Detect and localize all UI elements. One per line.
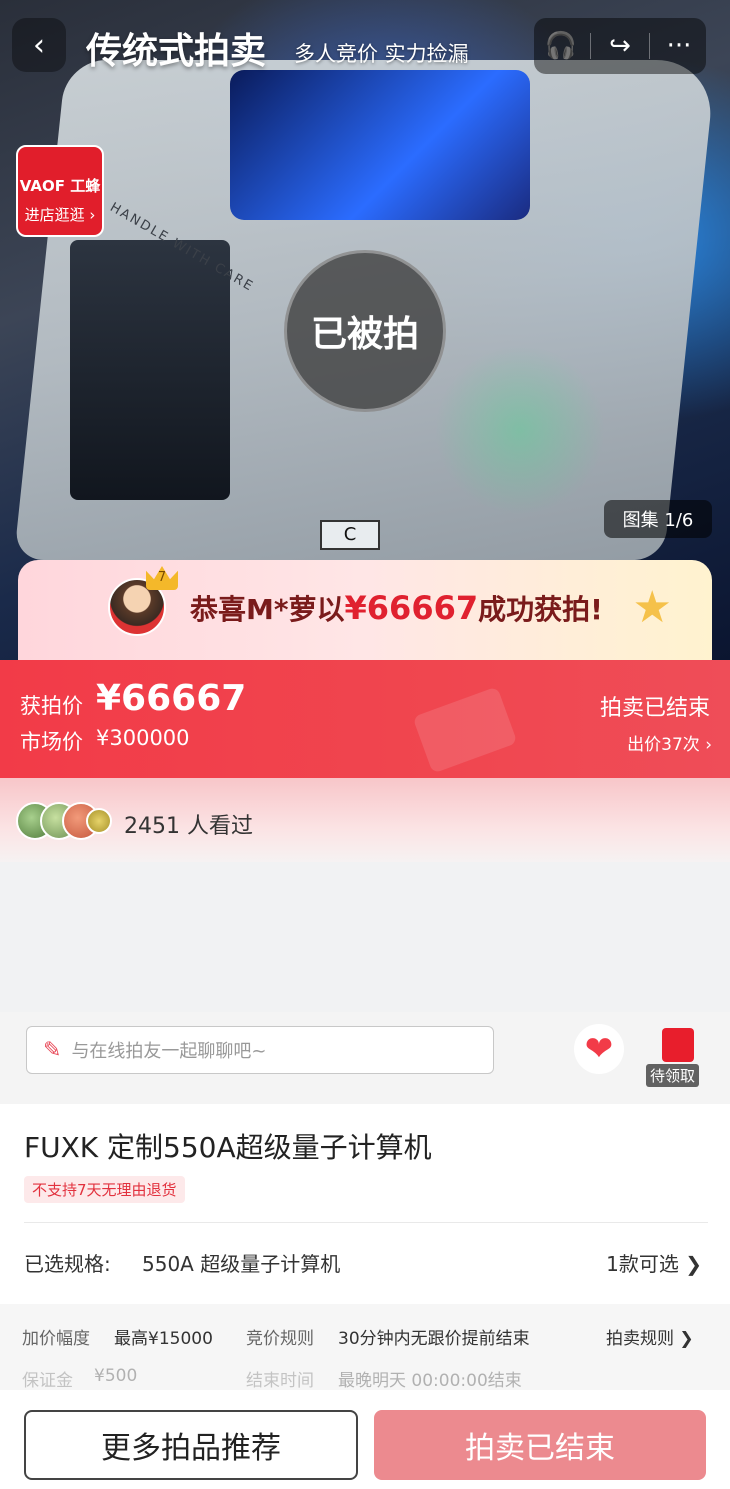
gift-button[interactable]: 待领取 xyxy=(646,1024,706,1087)
spec-options-link[interactable]: 1款可选 ❯ xyxy=(606,1248,702,1277)
like-button[interactable]: ❤ xyxy=(574,1024,624,1074)
market-price-label: 市场价 xyxy=(20,730,83,754)
winning-price: ¥66667 xyxy=(96,678,247,719)
support-icon[interactable]: 🎧 xyxy=(536,26,586,66)
product-title: FUXK 定制550A超级量子计算机 xyxy=(24,1131,432,1164)
case-panel-graphic xyxy=(70,240,230,500)
spec-value[interactable]: 550A 超级量子计算机 xyxy=(142,1248,340,1277)
crown-icon: 7 xyxy=(146,566,178,590)
auction-rules-link[interactable]: 拍卖规则 ❯ xyxy=(606,1324,694,1349)
chat-input[interactable]: ✎ 与在线拍友一起聊聊吧~ xyxy=(26,1026,494,1074)
deposit-label: 保证金 xyxy=(22,1371,73,1390)
star-icon: ★ xyxy=(632,582,672,633)
spec-label: 已选规格: xyxy=(24,1252,111,1276)
congrats-amount: ¥66667 xyxy=(344,589,479,627)
sold-label: 已被拍 xyxy=(310,314,419,355)
hammer-icon xyxy=(412,686,518,774)
deposit-value: ¥500 xyxy=(94,1366,138,1386)
sold-stamp: 已被拍 xyxy=(284,250,446,412)
increment-value: 最高¥15000 xyxy=(114,1329,213,1349)
page-subtitle: 多人竞价 实力捡漏 xyxy=(294,42,469,66)
more-items-button[interactable]: 更多拍品推荐 xyxy=(24,1410,358,1480)
live-chat-area xyxy=(0,862,730,1012)
viewers-count: 2451 人看过 xyxy=(124,814,253,839)
auction-rules: 加价幅度 最高¥15000 竞价规则 30分钟内无跟价提前结束 拍卖规则 ❯ 保… xyxy=(0,1304,730,1390)
header-actions: 🎧 ↪ ··· xyxy=(534,18,706,74)
gift-icon xyxy=(662,1028,694,1062)
increment-label: 加价幅度 xyxy=(22,1329,90,1349)
bottom-action-bar: 更多拍品推荐 拍卖已结束 xyxy=(0,1390,730,1489)
shop-link-label: 进店逛逛 › xyxy=(24,206,96,224)
product-image-carousel[interactable]: HANDLE WITH CARE C ‹ 传统式拍卖 多人竞价 实力捡漏 🎧 ↪… xyxy=(0,0,730,660)
price-section: 获拍价 ¥66667 市场价 ¥300000 拍卖已结束 出价37次 › xyxy=(0,660,730,778)
bid-rule-label: 竞价规则 xyxy=(246,1329,314,1349)
bid-count-link[interactable]: 出价37次 › xyxy=(627,730,712,755)
end-time-value: 最晚明天 00:00:00结束 xyxy=(338,1371,522,1390)
divider xyxy=(590,33,591,59)
market-price: ¥300000 xyxy=(96,726,190,750)
case-window-graphic xyxy=(230,70,530,220)
bid-rule-value: 30分钟内无跟价提前结束 xyxy=(338,1329,530,1349)
heart-icon: ❤ xyxy=(584,1029,614,1069)
shop-logo: VAOF 工蜂 xyxy=(19,177,101,195)
congrats-banner: 7 恭喜M*萝以¥66667成功获拍! ★ xyxy=(18,560,712,660)
chat-bar: ✎ 与在线拍友一起聊聊吧~ ❤ 待领取 xyxy=(0,1012,730,1104)
gallery-counter[interactable]: 图集 1/6 xyxy=(604,500,712,538)
share-icon[interactable]: ↪ xyxy=(595,26,645,66)
shop-entry-button[interactable]: VAOF 工蜂 进店逛逛 › xyxy=(16,145,104,237)
return-policy-tag: 不支持7天无理由退货 xyxy=(24,1176,185,1203)
more-icon[interactable]: ··· xyxy=(654,26,704,66)
viewer-avatar xyxy=(86,808,112,834)
viewers-row: 2451 人看过 xyxy=(0,778,730,862)
auction-ended-button[interactable]: 拍卖已结束 xyxy=(374,1410,706,1480)
auction-status: 拍卖已结束 xyxy=(599,696,710,721)
case-sticker: C xyxy=(320,520,380,550)
end-time-label: 结束时间 xyxy=(246,1371,314,1390)
gift-label: 待领取 xyxy=(646,1064,700,1087)
page-title: 传统式拍卖 xyxy=(86,31,267,72)
product-info: FUXK 定制550A超级量子计算机 不支持7天无理由退货 已选规格: 550A… xyxy=(0,1104,730,1304)
chat-placeholder: 与在线拍友一起聊聊吧~ xyxy=(71,1041,267,1062)
divider xyxy=(649,33,650,59)
congrats-text: 恭喜M*萝以¥66667成功获拍! xyxy=(190,588,603,628)
case-glow-graphic xyxy=(420,330,620,530)
pen-icon: ✎ xyxy=(43,1037,62,1063)
winning-price-label: 获拍价 xyxy=(20,694,83,718)
divider xyxy=(24,1222,708,1223)
congrats-prefix: 恭喜M*萝以 xyxy=(190,593,345,626)
chevron-left-icon: ‹ xyxy=(33,27,45,63)
congrats-suffix: 成功获拍! xyxy=(478,593,603,626)
back-button[interactable]: ‹ xyxy=(12,18,66,72)
top-bar: ‹ 传统式拍卖 多人竞价 实力捡漏 🎧 ↪ ··· xyxy=(12,18,706,74)
